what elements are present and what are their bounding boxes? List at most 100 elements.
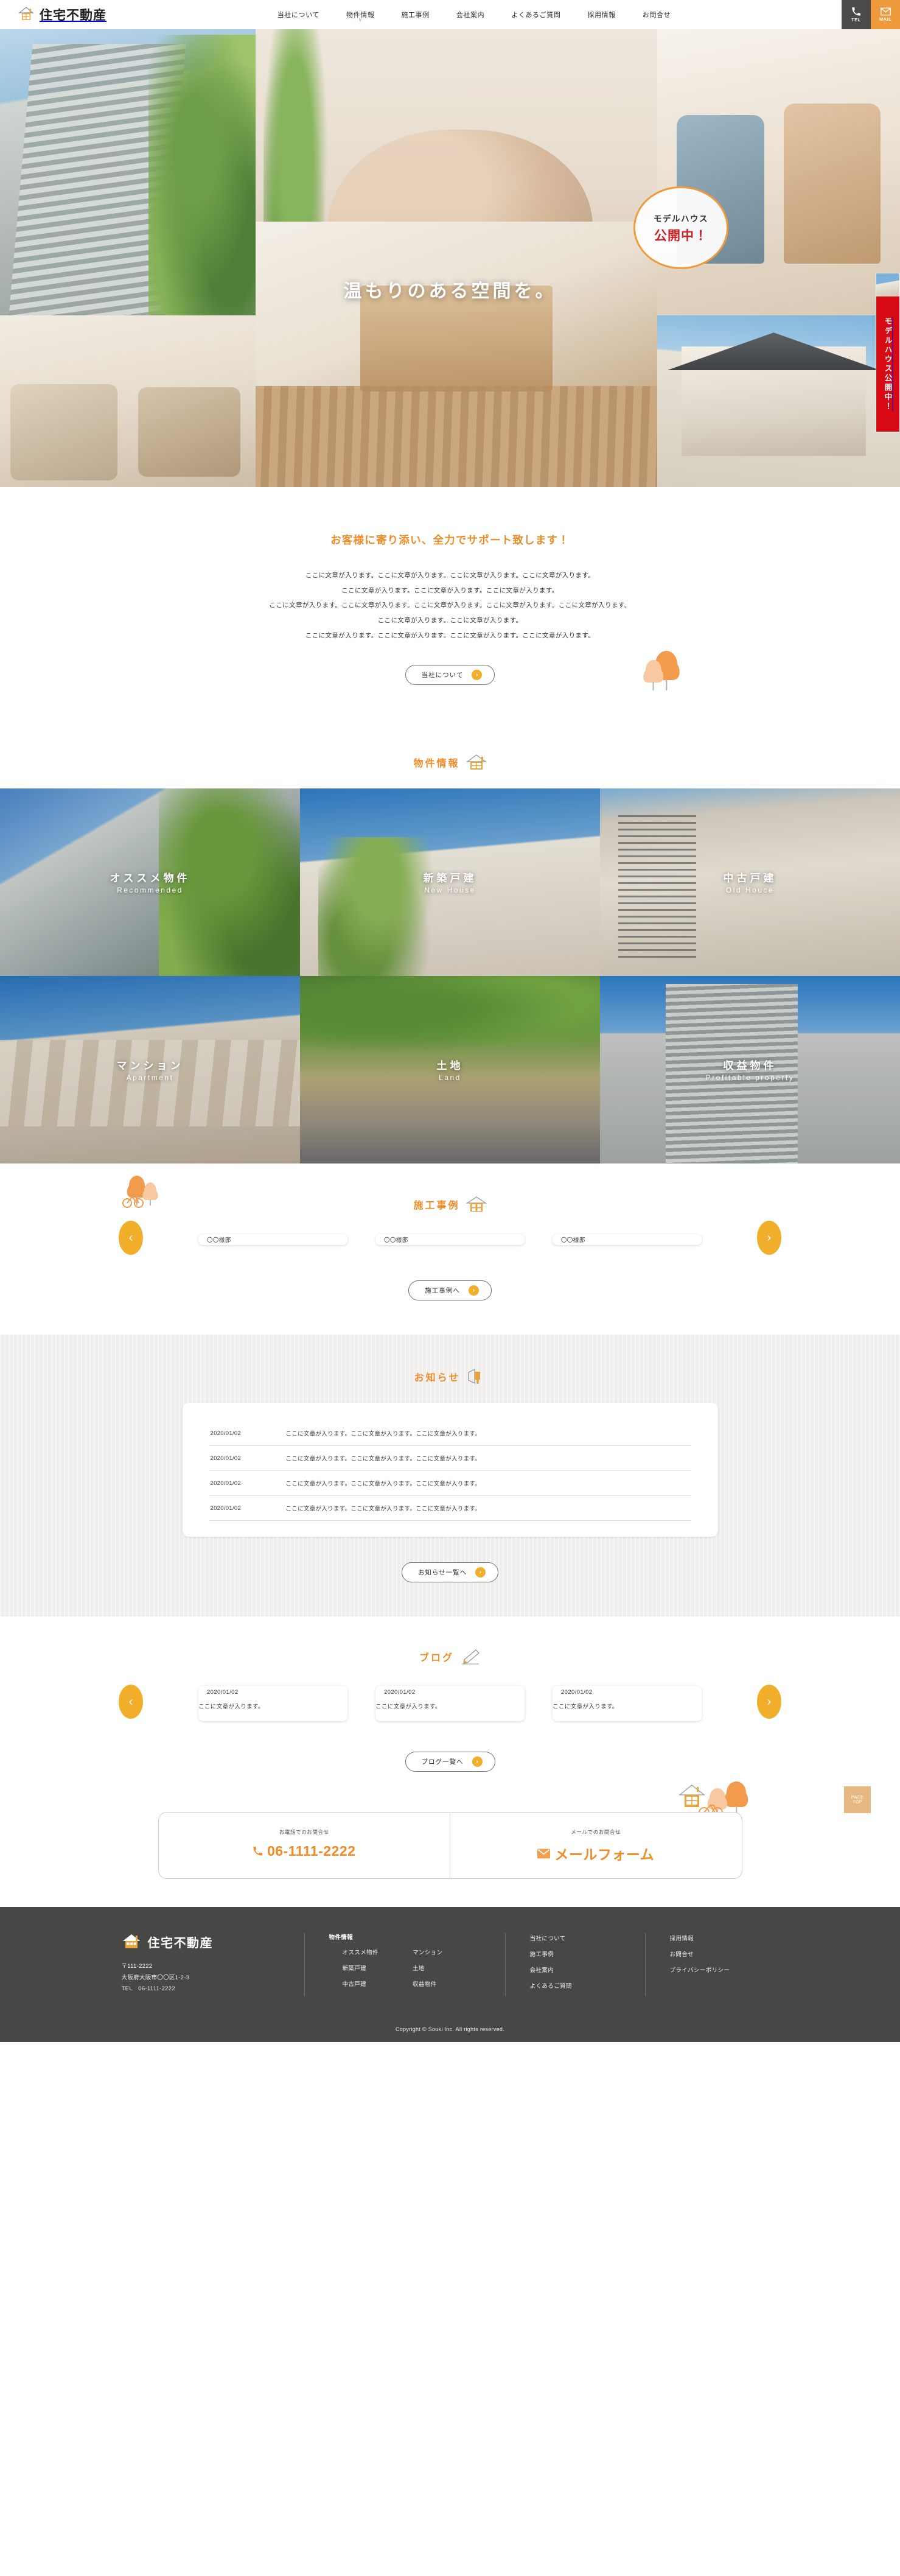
footer-column-other: 採用情報 お問合せ プライバシーポリシー (644, 1932, 779, 1996)
footer-link-faq[interactable]: よくあるご質問 (530, 1983, 572, 1990)
mail-icon (880, 7, 891, 16)
blog-card-date: 2020/01/02 (384, 1689, 416, 1696)
footer-link-land[interactable]: 土地 (413, 1965, 425, 1972)
footer-link-recruit[interactable]: 採用情報 (670, 1936, 694, 1942)
hero-title: 温もりのある空間を。 (343, 281, 557, 301)
contact-tel-block[interactable]: お電話でのお問合せ 06-1111-2222 (159, 1813, 450, 1878)
nav-item-about[interactable]: 当社について (276, 7, 321, 22)
site-header: 住宅不動産 当社について 物件情報 ∨ 施工事例 会社案内 よくあるご質問 採用情… (0, 0, 900, 29)
property-card-jp-label: 土地 (436, 1059, 464, 1072)
works-next-button[interactable]: › (757, 1221, 781, 1255)
blog-card-date: 2020/01/02 (207, 1689, 239, 1696)
news-row[interactable]: 2020/01/02 ここに文章が入ります。ここに文章が入ります。ここに文章が入… (209, 1446, 691, 1472)
chevron-right-icon: › (475, 1567, 486, 1578)
blog-card-caption: ここに文章が入ります。 (553, 1704, 618, 1711)
nav-item-company[interactable]: 会社案内 (455, 7, 486, 22)
about-us-button[interactable]: 当社について › (405, 665, 495, 686)
site-logo-text: 住宅不動産 (40, 9, 106, 23)
news-row-date: 2020/01/02 (210, 1430, 242, 1437)
header-mail-button[interactable]: MAIL (871, 0, 900, 29)
model-house-badge-line2: 公開中！ (654, 228, 708, 243)
property-card-en-label: Profitable property (705, 1073, 795, 1082)
property-card-recommended[interactable]: オススメ物件 Recommended (0, 788, 300, 977)
works-card[interactable]: 〇〇様邸 (553, 1234, 702, 1246)
footer-link-about[interactable]: 当社について (530, 1936, 566, 1942)
model-house-side-banner[interactable]: モデルハウス公開中！ (876, 273, 900, 432)
side-banner-text: モデルハウス公開中！ (883, 317, 892, 412)
nav-item-contact[interactable]: お問合せ (641, 7, 672, 22)
header-tel-button[interactable]: TEL (842, 0, 871, 29)
news-row-date: 2020/01/02 (210, 1455, 242, 1462)
nav-item-faq[interactable]: よくあるご質問 (510, 7, 562, 22)
footer-link-works[interactable]: 施工事例 (530, 1951, 554, 1958)
property-card-profitable[interactable]: 収益物件 Profitable property (600, 976, 900, 1164)
side-banner-thumbnail (876, 273, 899, 297)
hero-photo-building (0, 29, 256, 315)
trees-illustration (640, 645, 693, 692)
page-top-button[interactable]: PAGE TOP (844, 1786, 871, 1814)
works-card[interactable]: 〇〇様邸 (375, 1234, 525, 1246)
footer-link-new-house[interactable]: 新築戸建 (343, 1965, 367, 1972)
header-mail-label: MAIL (879, 16, 892, 22)
news-list-box: 2020/01/02 ここに文章が入ります。ここに文章が入ります。ここに文章が入… (182, 1403, 718, 1537)
nav-item-recruit[interactable]: 採用情報 (586, 7, 616, 22)
works-section: 施工事例 ‹ › 〇〇様邸 〇〇様邸 〇〇様邸 施工事例へ › (0, 1163, 900, 1307)
news-row[interactable]: 2020/01/02 ここに文章が入ります。ここに文章が入ります。ここに文章が入… (209, 1421, 691, 1447)
works-heading-text: 施工事例 (413, 1201, 460, 1212)
nav-label: 当社について (277, 12, 320, 19)
footer-link-old-house[interactable]: 中古戸建 (343, 1981, 367, 1988)
footer-link-profitable[interactable]: 収益物件 (413, 1981, 437, 1988)
news-more-button[interactable]: お知らせ一覧へ › (401, 1562, 499, 1583)
blog-card[interactable]: 2020/01/02 ここに文章が入ります。 (375, 1686, 525, 1722)
blog-heading-text: ブログ (419, 1653, 454, 1664)
blog-card[interactable]: 2020/01/02 ここに文章が入ります。 (198, 1686, 347, 1722)
blog-card[interactable]: 2020/01/02 ここに文章が入ります。 (553, 1686, 702, 1722)
hero-photo-family-sofa (0, 315, 256, 487)
intro-paragraph: ここに文章が入ります。ここに文章が入ります。ここに文章が入ります。ここに文章が入… (305, 572, 595, 579)
news-more-button-label: お知らせ一覧へ (417, 1569, 467, 1577)
news-row[interactable]: 2020/01/02 ここに文章が入ります。ここに文章が入ります。ここに文章が入… (209, 1496, 691, 1521)
nav-label: 会社案内 (456, 12, 485, 19)
property-card-land[interactable]: 土地 Land (300, 976, 600, 1164)
footer-properties-head: 物件情報 (329, 1934, 354, 1942)
model-house-badge[interactable]: モデルハウス 公開中！ (633, 186, 728, 269)
intro-paragraph: ここに文章が入ります。ここに文章が入ります。ここに文章が入ります。ここに文章が入… (305, 631, 595, 639)
nav-item-works[interactable]: 施工事例 (400, 7, 430, 22)
megaphone-icon (466, 1367, 486, 1386)
footer-link-recommended[interactable]: オススメ物件 (343, 1950, 378, 1956)
footer-postal: 〒111-2222 (121, 1963, 153, 1970)
news-row[interactable]: 2020/01/02 ここに文章が入ります。ここに文章が入ります。ここに文章が入… (209, 1471, 691, 1497)
contact-mail-label: メールでのお問合せ (571, 1829, 621, 1836)
works-card[interactable]: 〇〇様邸 (198, 1234, 347, 1246)
property-section: 物件情報 オススメ物件 Recommended 新築戸建 New House 中… (0, 721, 900, 1164)
footer-link-contact[interactable]: お問合せ (670, 1951, 694, 1958)
blog-prev-button[interactable]: ‹ (119, 1685, 143, 1719)
property-card-en-label: Recommended (117, 885, 183, 894)
blog-card-date: 2020/01/02 (561, 1689, 593, 1696)
property-card-en-label: Old Houce (725, 885, 775, 894)
footer-link-privacy[interactable]: プライバシーポリシー (670, 1967, 730, 1974)
property-card-en-label: New House (424, 885, 476, 894)
chevron-right-icon: › (472, 670, 483, 681)
property-section-heading: 物件情報 (0, 721, 900, 788)
property-card-old-house[interactable]: 中古戸建 Old Houce (600, 788, 900, 977)
footer-address: 大阪府大阪市〇〇区1-2-3 (121, 1974, 190, 1981)
contact-mail-block[interactable]: メールでのお問合せ メールフォーム (450, 1813, 742, 1879)
property-heading-text: 物件情報 (413, 759, 460, 770)
main-navigation: 当社について 物件情報 ∨ 施工事例 会社案内 よくあるご質問 採用情報 お問合せ (106, 0, 842, 29)
hero-photo-reading (657, 29, 900, 315)
nav-item-properties[interactable]: 物件情報 ∨ (345, 7, 375, 23)
news-row-text: ここに文章が入ります。ここに文章が入ります。ここに文章が入ります。 (285, 1481, 481, 1488)
blog-more-button[interactable]: ブログ一覧へ › (405, 1752, 495, 1772)
chevron-right-icon: › (468, 1285, 479, 1296)
property-card-apartment[interactable]: マンション Apartment (0, 976, 300, 1164)
footer-link-apartment[interactable]: マンション (413, 1950, 443, 1956)
property-card-new-house[interactable]: 新築戸建 New House (300, 788, 600, 977)
blog-next-button[interactable]: › (757, 1685, 781, 1719)
site-logo[interactable]: 住宅不動産 (0, 0, 106, 29)
house-icon (466, 753, 487, 771)
works-more-button[interactable]: 施工事例へ › (408, 1280, 492, 1301)
property-card-en-label: Apartment (126, 1073, 174, 1082)
footer-link-company[interactable]: 会社案内 (530, 1967, 554, 1974)
works-card-caption: 〇〇様邸 (207, 1237, 231, 1244)
